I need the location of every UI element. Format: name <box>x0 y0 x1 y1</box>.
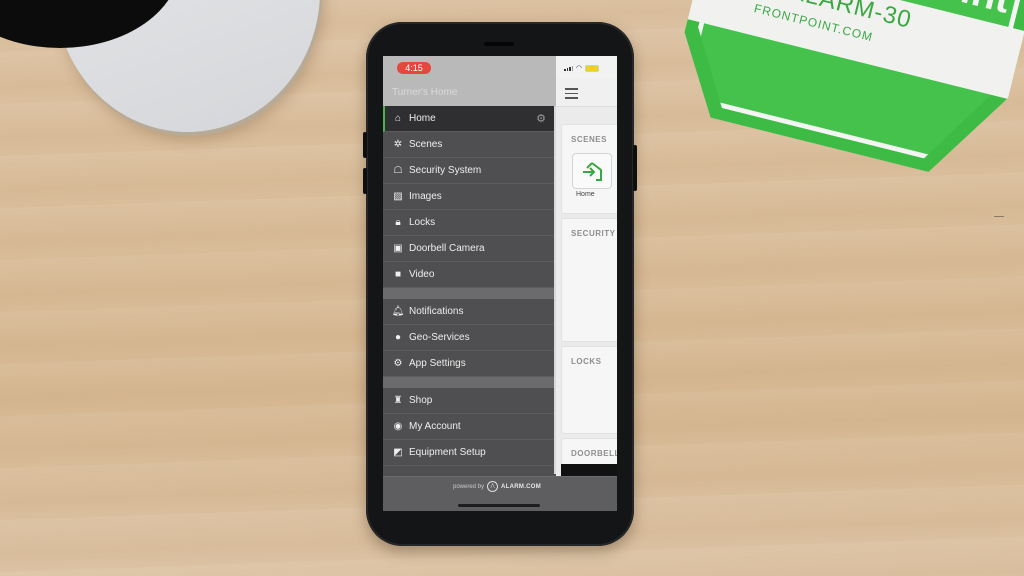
navigation-drawer: 4:15 Turner's Home ⌂ Home ⚙ ✲ Scenes ☖ S… <box>383 56 556 476</box>
gear-icon: ⚙ <box>393 358 403 369</box>
section-divider <box>383 377 556 388</box>
menu-item-label: Security System <box>409 165 482 176</box>
menu-item-label: Scenes <box>409 139 443 150</box>
menu-item-label: Equipment Setup <box>409 447 486 458</box>
hamburger-menu-icon[interactable] <box>565 88 578 102</box>
menu-item-geo-services[interactable]: ● Geo-Services <box>383 325 556 351</box>
wifi-icon: ◠ <box>576 65 583 72</box>
scenes-card: SCENES Home <box>561 124 617 214</box>
battery-icon <box>585 65 600 72</box>
security-yard-sign: 866-ALARM-30 FRONTPOINT.COM point <box>666 0 1024 186</box>
menu-item-home[interactable]: ⌂ Home ⚙ <box>383 106 556 132</box>
menu-item-label: Images <box>409 191 442 202</box>
equipment-setup-icon: ◩ <box>393 447 403 458</box>
drawer-header: 4:15 Turner's Home <box>383 56 556 106</box>
menu-item-label: Locks <box>409 217 436 228</box>
card-title: SCENES <box>571 135 607 144</box>
cellular-signal-icon <box>564 66 573 71</box>
alarm-com-brand: ALARM.COM <box>501 483 542 490</box>
images-icon: ▨ <box>393 191 403 202</box>
shop-icon: ♜ <box>393 395 403 406</box>
menu-item-label: Doorbell Camera <box>409 243 485 254</box>
menu-item-label: My Account <box>409 421 461 432</box>
security-system-icon: ☖ <box>393 165 403 176</box>
menu-item-label: Video <box>409 269 435 280</box>
doorbell-camera-icon: ▣ <box>393 243 403 254</box>
locks-card: LOCKS <box>561 346 617 434</box>
menu-item-shop[interactable]: ♜ Shop <box>383 388 556 414</box>
menu-item-label: Home <box>409 113 436 124</box>
menu-item-video[interactable]: ■ Video <box>383 262 556 288</box>
status-bar-right: ◠ <box>556 56 617 78</box>
status-time: 4:15 <box>397 62 431 74</box>
scene-tile-label: Home <box>576 191 595 198</box>
menu-item-label: Geo-Services <box>409 332 470 343</box>
menu-item-images[interactable]: ▨ Images <box>383 184 556 210</box>
menu-item-notifications[interactable]: 🔔︎ Notifications <box>383 299 556 325</box>
power-button <box>633 145 637 191</box>
section-divider <box>383 288 556 299</box>
powered-by: powered by ⋀ ALARM.COM <box>453 481 541 492</box>
phone-earpiece <box>484 42 514 46</box>
menu-item-scenes[interactable]: ✲ Scenes <box>383 132 556 158</box>
phone-screen: ◠ SCENES Home SECURITY LOCKS DOORBELL 4:… <box>383 56 617 511</box>
bell-icon: 🔔︎ <box>391 306 405 317</box>
home-indicator[interactable] <box>458 504 540 507</box>
desk-mark <box>994 216 1004 217</box>
menu-item-my-account[interactable]: ◉ My Account <box>383 414 556 440</box>
security-card: SECURITY <box>561 218 617 342</box>
powered-by-label: powered by <box>453 483 485 490</box>
menu-item-app-settings[interactable]: ⚙ App Settings <box>383 351 556 377</box>
scenes-icon: ✲ <box>393 139 403 150</box>
menu-item-label: Notifications <box>409 306 464 317</box>
gear-icon[interactable]: ⚙ <box>536 112 546 125</box>
menu-item-doorbell-camera[interactable]: ▣ Doorbell Camera <box>383 236 556 262</box>
drawer-menu: ⌂ Home ⚙ ✲ Scenes ☖ Security System ▨ Im… <box>383 106 556 466</box>
account-icon: ◉ <box>393 421 403 432</box>
drawer-footer: powered by ⋀ ALARM.COM <box>383 476 617 511</box>
scene-tile-home[interactable] <box>572 153 612 189</box>
main-dashboard: ◠ SCENES Home SECURITY LOCKS DOORBELL <box>556 56 617 476</box>
doorbell-video-preview[interactable] <box>561 464 617 476</box>
card-title: SECURITY <box>571 229 616 238</box>
menu-item-locks[interactable]: 🔒︎ Locks <box>383 210 556 236</box>
app-header <box>556 78 617 107</box>
home-icon: ⌂ <box>394 113 402 124</box>
compass-icon: ● <box>394 332 402 343</box>
menu-item-security-system[interactable]: ☖ Security System <box>383 158 556 184</box>
alarm-com-logo-icon: ⋀ <box>487 481 499 492</box>
lock-icon: 🔒︎ <box>395 217 401 228</box>
card-title: DOORBELL <box>571 449 617 458</box>
menu-item-equipment-setup[interactable]: ◩ Equipment Setup <box>383 440 556 466</box>
card-title: LOCKS <box>571 357 602 366</box>
video-icon: ■ <box>394 269 402 280</box>
volume-down-button <box>363 168 367 194</box>
menu-item-label: App Settings <box>409 358 466 369</box>
drawer-scrollbar[interactable] <box>554 106 556 474</box>
home-name: Turner's Home <box>392 87 458 98</box>
home-scene-icon <box>583 162 602 181</box>
menu-item-label: Shop <box>409 395 433 406</box>
volume-up-button <box>363 132 367 158</box>
